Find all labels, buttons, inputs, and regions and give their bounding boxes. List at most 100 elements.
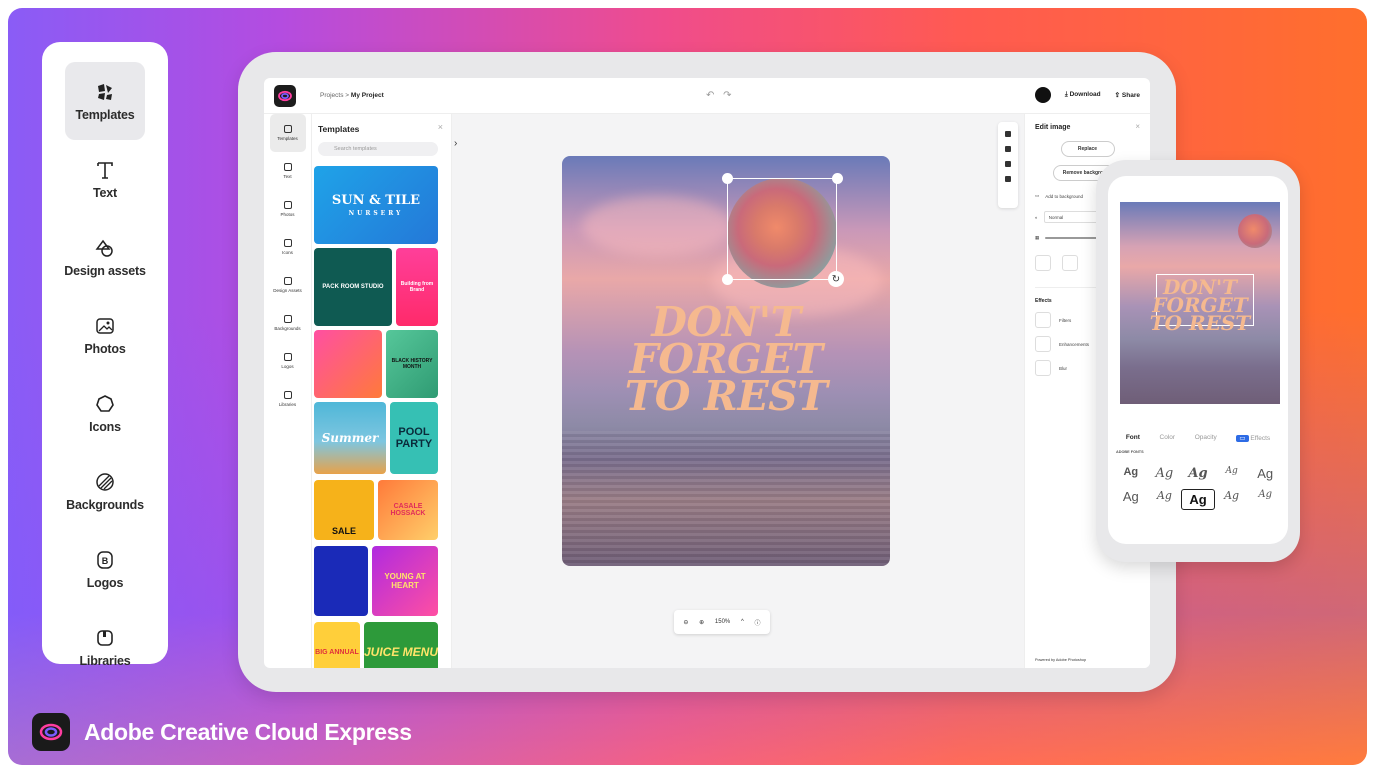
template-card[interactable]: PACK ROOM STUDIO xyxy=(314,248,392,326)
template-card[interactable]: BLACK HISTORY MONTH xyxy=(386,330,438,398)
tab-opacity[interactable]: Opacity xyxy=(1195,434,1217,442)
templates-icon xyxy=(283,125,292,133)
avatar[interactable] xyxy=(1034,87,1051,103)
resize-handle[interactable] xyxy=(722,274,733,285)
undo-redo-icons[interactable]: ↶ ↷ xyxy=(706,90,735,101)
poster-headline[interactable]: DON'T FORGET TO REST xyxy=(562,302,890,417)
canvas-area: › ↻ DON'T FORGET TO REST ⊖ ⊕ 150% ^ ⓘ xyxy=(452,114,1027,668)
zoom-level[interactable]: 150% xyxy=(715,619,730,625)
svg-text:B: B xyxy=(102,556,109,566)
font-option[interactable]: Ag xyxy=(1114,466,1148,481)
rail-item-backgrounds[interactable]: Backgrounds xyxy=(270,304,306,342)
sidebar-item-backgrounds[interactable]: Backgrounds xyxy=(65,452,145,530)
card-title: JUICE MENU xyxy=(364,645,438,659)
rail-label: Libraries xyxy=(278,402,297,407)
sidebar-item-icons[interactable]: Icons xyxy=(65,374,145,452)
phone-poster[interactable]: DON'T FORGET TO REST xyxy=(1120,202,1280,404)
rail-label: Templates xyxy=(277,136,298,141)
gradient-orb-image[interactable] xyxy=(1238,214,1272,248)
rotate-icon[interactable]: ↻ xyxy=(828,271,844,287)
font-option-selected[interactable]: Ag xyxy=(1181,489,1215,510)
template-card[interactable]: POOL PARTY xyxy=(390,402,438,474)
template-card[interactable] xyxy=(314,330,382,398)
panel-title: Edit image xyxy=(1035,124,1071,131)
tab-effects-label: Effects xyxy=(1250,435,1271,442)
font-option[interactable]: Ag xyxy=(1181,466,1215,481)
poster-canvas[interactable]: ↻ DON'T FORGET TO REST xyxy=(562,156,890,566)
tab-effects[interactable]: ▭ Effects xyxy=(1236,434,1270,442)
sidebar-item-photos[interactable]: Photos xyxy=(65,296,145,374)
chevron-up-icon[interactable]: ^ xyxy=(741,619,744,625)
card-title: PACK ROOM STUDIO xyxy=(322,284,384,290)
rail-label: Icons xyxy=(282,250,293,255)
flip-vertical-icon[interactable] xyxy=(1062,255,1078,271)
sidebar-item-templates[interactable]: Templates xyxy=(65,62,145,140)
close-icon[interactable]: × xyxy=(438,122,443,132)
close-icon[interactable]: × xyxy=(1135,122,1140,131)
template-card[interactable]: JUICE MENU xyxy=(364,622,438,668)
rail-item-photos[interactable]: Photos xyxy=(270,190,306,228)
sidebar-item-label: Photos xyxy=(84,341,126,356)
font-option[interactable]: Ag xyxy=(1215,466,1249,481)
sidebar-item-libraries[interactable]: Libraries xyxy=(65,608,145,686)
share-button[interactable]: ⇪ Share xyxy=(1115,91,1140,99)
font-option[interactable]: Ag xyxy=(1148,466,1182,481)
libraries-icon xyxy=(94,627,116,649)
logos-icon xyxy=(283,353,292,361)
layer-icon[interactable] xyxy=(1005,131,1011,137)
rail-label: Photos xyxy=(280,212,295,217)
template-card[interactable]: SALE xyxy=(314,480,374,540)
breadcrumb-projects[interactable]: Projects xyxy=(320,92,343,99)
app-logo-icon[interactable] xyxy=(274,84,296,107)
template-card[interactable]: Building from Brand xyxy=(396,248,438,326)
duplicate-icon[interactable] xyxy=(1005,146,1011,152)
app-topbar: Projects > My Project ↶ ↷ ⤓ Download ⇪ S… xyxy=(264,78,1150,114)
zoom-in-icon[interactable]: ⊕ xyxy=(699,619,704,626)
download-label: Download xyxy=(1069,91,1101,98)
delete-icon[interactable] xyxy=(1005,176,1011,182)
arrange-icon[interactable] xyxy=(1005,161,1011,167)
phone-tabs: Font Color Opacity ▭ Effects xyxy=(1108,434,1288,442)
effects-badge-icon: ▭ xyxy=(1236,435,1249,442)
zoom-out-icon[interactable]: ⊖ xyxy=(683,619,688,626)
template-card[interactable]: SUN & TILE NURSERY xyxy=(314,166,438,244)
font-option[interactable]: Ag xyxy=(1248,489,1282,510)
chevron-right-icon[interactable]: › xyxy=(454,138,457,149)
template-card[interactable]: YOUNG AT HEART xyxy=(372,546,438,616)
rail-item-logos[interactable]: Logos xyxy=(270,342,306,380)
sidebar-item-design-assets[interactable]: Design assets xyxy=(64,218,146,296)
sidebar-item-text[interactable]: Text xyxy=(65,140,145,218)
template-card[interactable] xyxy=(314,546,368,616)
tab-color[interactable]: Color xyxy=(1160,434,1176,442)
search-input[interactable]: Search templates xyxy=(318,142,438,156)
font-option[interactable]: Ag xyxy=(1114,489,1148,510)
template-card[interactable]: Summer xyxy=(314,402,386,474)
replace-button[interactable]: Replace xyxy=(1060,141,1115,157)
card-title: CASALE HOSSACK xyxy=(390,503,426,517)
resize-handle[interactable] xyxy=(832,173,843,184)
font-sample: Ag xyxy=(1122,489,1139,504)
poster-cloud xyxy=(582,196,732,256)
tab-font[interactable]: Font xyxy=(1126,434,1140,442)
resize-handle[interactable] xyxy=(722,173,733,184)
font-sample: Ag xyxy=(1123,466,1139,478)
flip-horizontal-icon[interactable] xyxy=(1035,255,1051,271)
card-title: BIG ANNUAL xyxy=(315,648,359,656)
info-icon[interactable]: ⓘ xyxy=(755,618,761,627)
rail-item-templates[interactable]: Templates xyxy=(269,114,306,152)
font-option[interactable]: Ag xyxy=(1148,489,1182,510)
rail-item-design-assets[interactable]: Design Assets xyxy=(270,266,306,304)
download-button[interactable]: ⤓ Download xyxy=(1065,91,1101,99)
blur-icon xyxy=(1035,360,1051,376)
font-option[interactable]: Ag xyxy=(1215,489,1249,510)
phone-headline[interactable]: DON'T FORGET TO REST xyxy=(1120,277,1280,333)
breadcrumb-separator: > xyxy=(345,92,350,99)
template-card[interactable]: CASALE HOSSACK xyxy=(378,480,438,540)
sidebar-item-logos[interactable]: B Logos xyxy=(65,530,145,608)
template-card[interactable]: BIG ANNUAL xyxy=(314,622,360,668)
rail-item-text[interactable]: Text xyxy=(270,152,306,190)
font-option[interactable]: Ag xyxy=(1248,466,1282,481)
rail-item-icons[interactable]: Icons xyxy=(270,228,306,266)
rail-item-libraries[interactable]: Libraries xyxy=(270,380,306,418)
effect-label: Blur xyxy=(1059,365,1068,371)
